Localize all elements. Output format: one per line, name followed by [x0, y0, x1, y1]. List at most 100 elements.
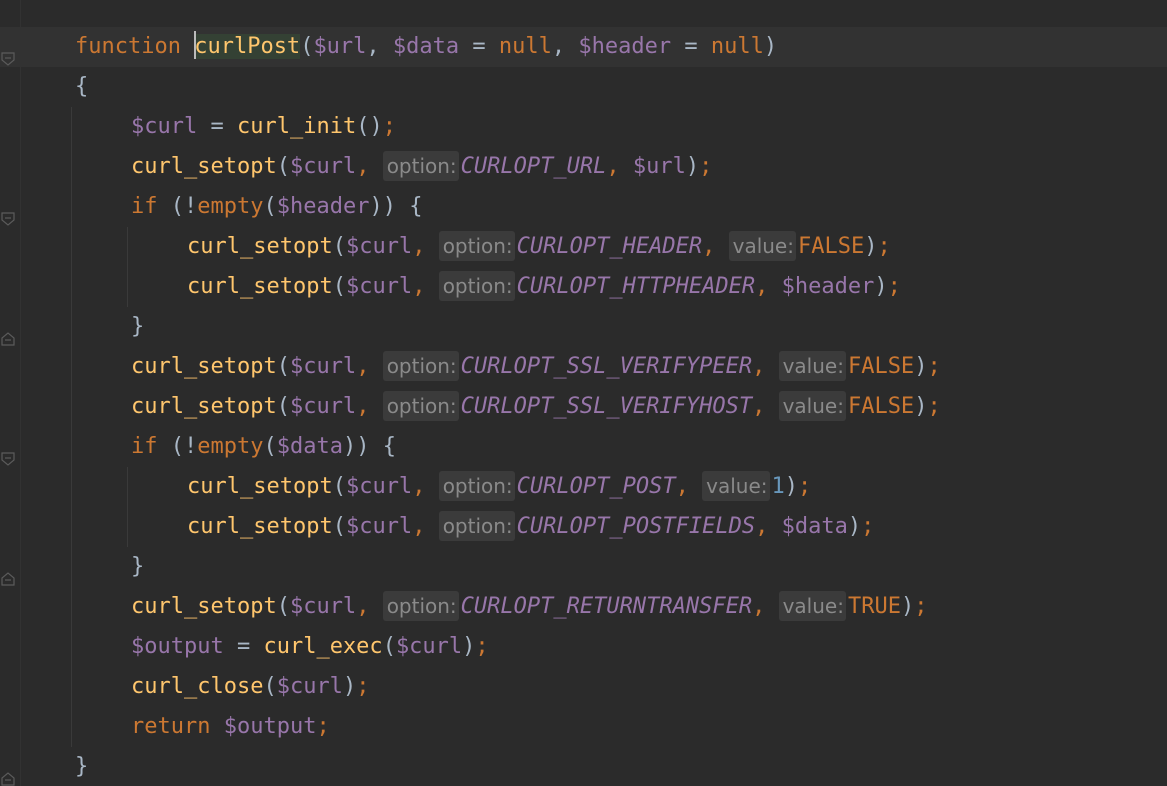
code-line[interactable]: if (!empty($header)) {	[0, 187, 1167, 227]
code-line[interactable]: }	[0, 307, 1167, 347]
code-line-content: curl_setopt($curl, option: CURLOPT_RETURN…	[131, 587, 927, 627]
parameter-hint: value:	[728, 231, 796, 261]
code-token: ;	[914, 594, 928, 619]
fold-open-icon[interactable]	[1, 440, 15, 466]
code-line[interactable]: curl_setopt($curl, option: CURLOPT_URL, $…	[0, 147, 1167, 187]
code-token: )	[342, 674, 357, 699]
code-line-content: curl_setopt($curl, option: CURLOPT_SSL_VE…	[131, 347, 941, 387]
code-line[interactable]: }	[0, 747, 1167, 786]
fold-close-icon[interactable]	[1, 560, 15, 586]
parameter-hint: value:	[702, 471, 770, 501]
code-token: )	[685, 154, 700, 179]
code-token: (	[276, 154, 290, 179]
code-editor[interactable]: function curlPost($url, $data = null, $h…	[0, 0, 1167, 786]
code-token: (	[332, 274, 346, 299]
code-token: CURLOPT_RETURNTRANSFER	[460, 594, 753, 619]
parameter-hint: value:	[778, 391, 846, 421]
code-token: $data	[276, 434, 343, 459]
parameter-hint: option:	[382, 391, 459, 421]
code-token: $curl	[289, 394, 357, 419]
fold-open-icon[interactable]	[1, 40, 15, 66]
code-line-content: return $output;	[131, 707, 330, 747]
code-token: (	[263, 434, 277, 459]
code-line[interactable]: return $output;	[0, 707, 1167, 747]
text-caret	[194, 31, 197, 59]
code-token: )	[914, 394, 928, 419]
code-line[interactable]: curl_setopt($curl, option: CURLOPT_SSL_VE…	[0, 387, 1167, 427]
code-line-content: curl_setopt($curl, option: CURLOPT_HTTPHE…	[187, 267, 901, 307]
code-token: empty	[197, 194, 264, 219]
code-token: $curl	[345, 514, 413, 539]
code-token: curl_setopt	[131, 594, 277, 619]
code-token: ,	[606, 154, 633, 179]
code-line[interactable]: curl_setopt($curl, option: CURLOPT_HEADER…	[0, 227, 1167, 267]
code-line-content: function curlPost($url, $data = null, $h…	[75, 27, 777, 67]
code-line[interactable]: {	[0, 67, 1167, 107]
code-token: curl_setopt	[131, 354, 277, 379]
code-token: ,	[366, 34, 393, 59]
code-token: ;	[861, 514, 875, 539]
code-token: $url	[313, 34, 367, 59]
code-token: $curl	[345, 274, 413, 299]
code-token: ,	[702, 234, 729, 259]
code-token: )	[874, 274, 888, 299]
code-token: ()	[356, 114, 383, 139]
code-line[interactable]: $curl = curl_init();	[0, 107, 1167, 147]
code-token: ,	[356, 394, 383, 419]
fold-open-icon[interactable]	[1, 200, 15, 226]
code-token: ;	[887, 274, 901, 299]
code-token: CURLOPT_POST	[516, 474, 676, 499]
code-token: curl_setopt	[131, 394, 277, 419]
code-token: ;	[699, 154, 713, 179]
code-token: $curl	[289, 594, 357, 619]
fold-close-icon[interactable]	[1, 760, 15, 786]
code-token: curl_setopt	[187, 274, 333, 299]
code-line-content: if (!empty($header)) {	[131, 187, 422, 227]
parameter-hint: option:	[382, 591, 459, 621]
code-line-content: curl_setopt($curl, option: CURLOPT_SSL_VE…	[131, 387, 941, 427]
code-line-content: }	[131, 307, 144, 347]
code-token: $curl	[289, 354, 357, 379]
code-line-content: curl_setopt($curl, option: CURLOPT_HEADER…	[187, 227, 891, 267]
code-line[interactable]: }	[0, 547, 1167, 587]
code-token: ,	[356, 354, 383, 379]
fold-close-icon[interactable]	[1, 320, 15, 346]
code-token: curl_setopt	[187, 234, 333, 259]
parameter-hint: option:	[382, 351, 459, 381]
code-line[interactable]: curl_setopt($curl, option: CURLOPT_POST, …	[0, 467, 1167, 507]
code-token: )	[763, 34, 778, 59]
code-line[interactable]: $output = curl_exec($curl);	[0, 627, 1167, 667]
code-line[interactable]: curl_setopt($curl, option: CURLOPT_POSTFI…	[0, 507, 1167, 547]
code-token: CURLOPT_URL	[460, 154, 607, 179]
code-token: FALSE	[847, 394, 915, 419]
code-line-content: }	[75, 747, 88, 786]
code-line[interactable]: curl_close($curl);	[0, 667, 1167, 707]
code-token: ;	[382, 114, 396, 139]
code-line[interactable]: function curlPost($url, $data = null, $h…	[0, 27, 1167, 67]
code-token: ,	[755, 274, 782, 299]
code-token: (	[332, 474, 346, 499]
code-line[interactable]: curl_setopt($curl, option: CURLOPT_RETURN…	[0, 587, 1167, 627]
code-token: ;	[316, 714, 330, 739]
code-token: ,	[356, 154, 383, 179]
code-token: CURLOPT_SSL_VERIFYPEER	[460, 354, 753, 379]
code-token: (	[276, 394, 290, 419]
parameter-hint: option:	[382, 151, 459, 181]
code-line[interactable]: curl_setopt($curl, option: CURLOPT_HTTPHE…	[0, 267, 1167, 307]
code-token: )	[864, 234, 878, 259]
code-token: $header	[276, 194, 370, 219]
code-token: $curl	[345, 234, 413, 259]
code-line[interactable]: if (!empty($data)) {	[0, 427, 1167, 467]
code-token: CURLOPT_POSTFIELDS	[516, 514, 756, 539]
code-token: }	[131, 554, 145, 579]
code-token: curl_close	[131, 674, 264, 699]
code-token: function	[75, 34, 195, 59]
code-token: ;	[927, 394, 941, 419]
code-token: )	[784, 474, 798, 499]
code-token: ;	[475, 634, 489, 659]
code-line[interactable]: curl_setopt($curl, option: CURLOPT_SSL_VE…	[0, 347, 1167, 387]
code-token: null	[710, 34, 764, 59]
code-token: )) {	[342, 434, 396, 459]
code-line-content: curl_setopt($curl, option: CURLOPT_POSTFI…	[187, 507, 874, 547]
code-token: (!	[170, 194, 198, 219]
